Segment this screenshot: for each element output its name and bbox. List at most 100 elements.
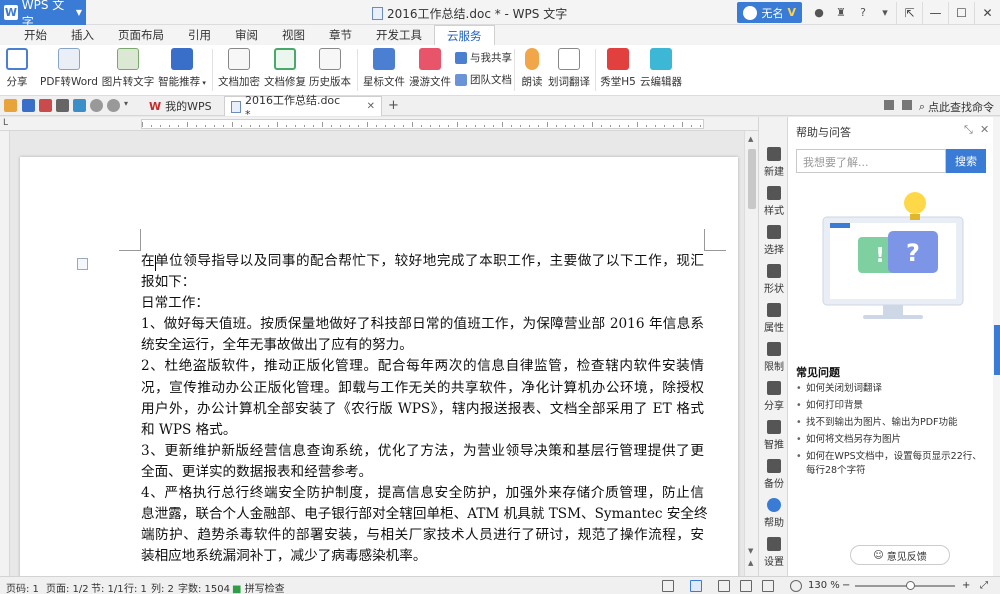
page-view-icon[interactable]: [690, 580, 702, 592]
history-button[interactable]: 历史版本: [308, 48, 352, 89]
tab-menu-7[interactable]: 开发工具: [364, 25, 434, 45]
vertical-scrollbar[interactable]: ▲ ▼ ▲: [744, 131, 758, 576]
task-pane-property[interactable]: 属性: [759, 303, 789, 334]
close-tab-icon[interactable]: ✕: [367, 101, 375, 112]
repair-button[interactable]: 文档修复: [264, 48, 306, 89]
restore-panel-button[interactable]: ⇱: [896, 1, 922, 24]
document-line[interactable]: 4、严格执行总行终端安全防护制度，提高信息安全防护，加强外来存储介质管理，防止信: [141, 483, 704, 504]
minimize-button[interactable]: —: [922, 1, 948, 24]
task-pane-new[interactable]: 新建: [759, 147, 789, 178]
document-area[interactable]: 在单位领导指导以及同事的配合帮忙下，较好地完成了本职工作，主要做了以下工作，现汇…: [0, 131, 744, 576]
document-line[interactable]: 息泄露，联合个人金融部、电子银行部对全辖回单柜、ATM 机具就 TSM、Syma…: [141, 504, 708, 525]
share-with-me-button[interactable]: 与我共享: [455, 50, 512, 65]
encrypt-button[interactable]: 文档加密: [218, 48, 260, 89]
outline-view-icon[interactable]: [718, 580, 730, 592]
save-icon[interactable]: [22, 99, 35, 112]
feedback-button[interactable]: ☺ 意见反馈: [850, 545, 950, 565]
close-button[interactable]: ✕: [974, 1, 1000, 24]
redo-icon[interactable]: [107, 99, 120, 112]
document-line[interactable]: 全面、更详实的数据报表和经营参考。: [141, 462, 704, 483]
preview-icon[interactable]: [73, 99, 86, 112]
zoom-slider-thumb[interactable]: [906, 581, 915, 590]
task-pane-help[interactable]: 帮助: [759, 498, 789, 529]
tab-my-wps[interactable]: W 我的WPS: [143, 96, 218, 116]
document-line[interactable]: 1、做好每天值班。按质保量地做好了科技部日常的值班工作，为保障营业部 2016 …: [141, 314, 704, 335]
faq-item[interactable]: 如何在WPS文档中，设置每页显示22行、每行28个字符: [796, 450, 986, 478]
print-icon[interactable]: [56, 99, 69, 112]
task-pane-backup[interactable]: 备份: [759, 459, 789, 490]
document-line[interactable]: 在单位领导指导以及同事的配合帮忙下，较好地完成了本职工作，主要做了以下工作，现汇: [141, 251, 704, 272]
tab-menu-2[interactable]: 页面布局: [106, 25, 176, 45]
status-pages[interactable]: 页面: 1/2: [46, 580, 89, 594]
roam-file-button[interactable]: 漫游文件: [408, 48, 452, 89]
document-line[interactable]: 况，宣传推动办公正版化管理。卸载与工作无关的共享软件，净化计算机办公环境，除授权: [141, 378, 704, 399]
cloud-editor-button[interactable]: 云编辑器: [640, 48, 682, 89]
task-pane-share[interactable]: 分享: [759, 381, 789, 412]
tab-menu-5[interactable]: 视图: [270, 25, 317, 45]
task-pane-select[interactable]: 选择: [759, 225, 789, 256]
chevron-down-icon[interactable]: ▾: [124, 99, 132, 112]
scroll-thumb[interactable]: [748, 149, 756, 209]
star-file-button[interactable]: 星标文件: [362, 48, 406, 89]
task-pane-restrict[interactable]: 限制: [759, 342, 789, 373]
document-line[interactable]: 统安全运行，全年无事故做出了应有的努力。: [141, 335, 704, 356]
paragraph-handle-icon[interactable]: [77, 258, 88, 270]
document-line[interactable]: 端防护、趋势杀毒软件的部署安装，与相关厂家技术人员进行了研讨，规范了操作流程，安: [141, 525, 704, 546]
shirt-icon[interactable]: ♜: [832, 4, 850, 22]
image-to-text-button[interactable]: 图片转文字: [101, 48, 155, 89]
pdf-to-word-button[interactable]: PDF转Word: [40, 48, 98, 89]
open-icon[interactable]: [4, 99, 17, 112]
maximize-button[interactable]: ☐: [948, 1, 974, 24]
tab-document[interactable]: 2016工作总结.doc * ✕: [224, 94, 382, 121]
reading-view-icon[interactable]: [740, 580, 752, 592]
task-pane-shape[interactable]: 形状: [759, 264, 789, 295]
tab-menu-0[interactable]: 开始: [12, 25, 59, 45]
status-spell-check[interactable]: ■ 拼写检查: [232, 580, 285, 594]
undo-icon[interactable]: [90, 99, 103, 112]
help-icon[interactable]: ?: [854, 4, 872, 22]
tab-stop-icon[interactable]: L: [3, 118, 8, 128]
menu-icon[interactable]: ▾: [876, 4, 894, 22]
document-line[interactable]: 日常工作：: [141, 293, 704, 314]
horizontal-ruler[interactable]: L: [0, 117, 758, 131]
document-body[interactable]: 在单位领导指导以及同事的配合帮忙下，较好地完成了本职工作，主要做了以下工作，现汇…: [141, 251, 708, 567]
team-doc-button[interactable]: 团队文档: [455, 72, 512, 87]
faq-item[interactable]: 如何打印背景: [796, 399, 986, 413]
document-page[interactable]: 在单位领导指导以及同事的配合帮忙下，较好地完成了本职工作，主要做了以下工作，现汇…: [20, 157, 738, 576]
document-line[interactable]: 装相应地系统漏洞补丁，减少了病毒感染机率。: [141, 546, 704, 567]
app-menu-button[interactable]: W WPS 文字 ▼: [0, 0, 86, 29]
tab-menu-1[interactable]: 插入: [59, 25, 106, 45]
faq-item[interactable]: 如何关闭划词翻译: [796, 382, 986, 396]
scroll-up-icon[interactable]: ▲: [748, 135, 753, 143]
document-line[interactable]: 3、更新维护新版经营信息查询系统，优化了方法，为营业领导决策和基层行管理提供了更: [141, 441, 704, 462]
find-command[interactable]: ⌕ 点此查找命令: [919, 99, 994, 115]
share-button[interactable]: 分享: [4, 48, 30, 89]
tab-menu-6[interactable]: 章节: [317, 25, 364, 45]
task-pane-settings[interactable]: 设置: [759, 537, 789, 568]
status-page-no[interactable]: 页码: 1: [6, 580, 39, 594]
faq-item[interactable]: 如何将文档另存为图片: [796, 433, 986, 447]
tab-menu-8[interactable]: 云服务: [434, 25, 495, 45]
document-line[interactable]: 报如下：: [141, 272, 704, 293]
status-zoom[interactable]: 130 %: [808, 580, 840, 591]
prev-page-icon[interactable]: ▲: [748, 559, 753, 567]
read-aloud-button[interactable]: 朗读: [518, 48, 546, 89]
new-tab-icon[interactable]: +: [388, 98, 399, 113]
fit-window-icon[interactable]: ⤢: [980, 580, 988, 591]
focus-mode-icon[interactable]: [662, 580, 674, 592]
tab-menu-4[interactable]: 审阅: [223, 25, 270, 45]
help-search-input[interactable]: 我想要了解...: [796, 149, 946, 173]
tab-menu-3[interactable]: 引用: [176, 25, 223, 45]
skin-icon[interactable]: ●: [810, 4, 828, 22]
document-line[interactable]: 和 WPS 格式。: [141, 420, 704, 441]
zoom-slider[interactable]: [855, 585, 955, 587]
status-word-count[interactable]: 字数: 1504: [178, 580, 230, 594]
document-line[interactable]: 2、杜绝盗版软件，推动正版化管理。配合每年两次的信息自律监管，检查辖内软件安装情: [141, 356, 704, 377]
close-icon[interactable]: ✕: [980, 123, 989, 136]
task-pane-style[interactable]: 样式: [759, 186, 789, 217]
document-line[interactable]: 用户外，办公计算机全部安装了《农行版 WPS》，辖内报送报表、文档全部采用了 E…: [141, 399, 704, 420]
protect-eye-icon[interactable]: [790, 580, 802, 592]
user-account-button[interactable]: 无名 V: [737, 2, 802, 23]
layout-icon[interactable]: [902, 100, 912, 110]
zoom-in-icon[interactable]: +: [962, 580, 970, 591]
